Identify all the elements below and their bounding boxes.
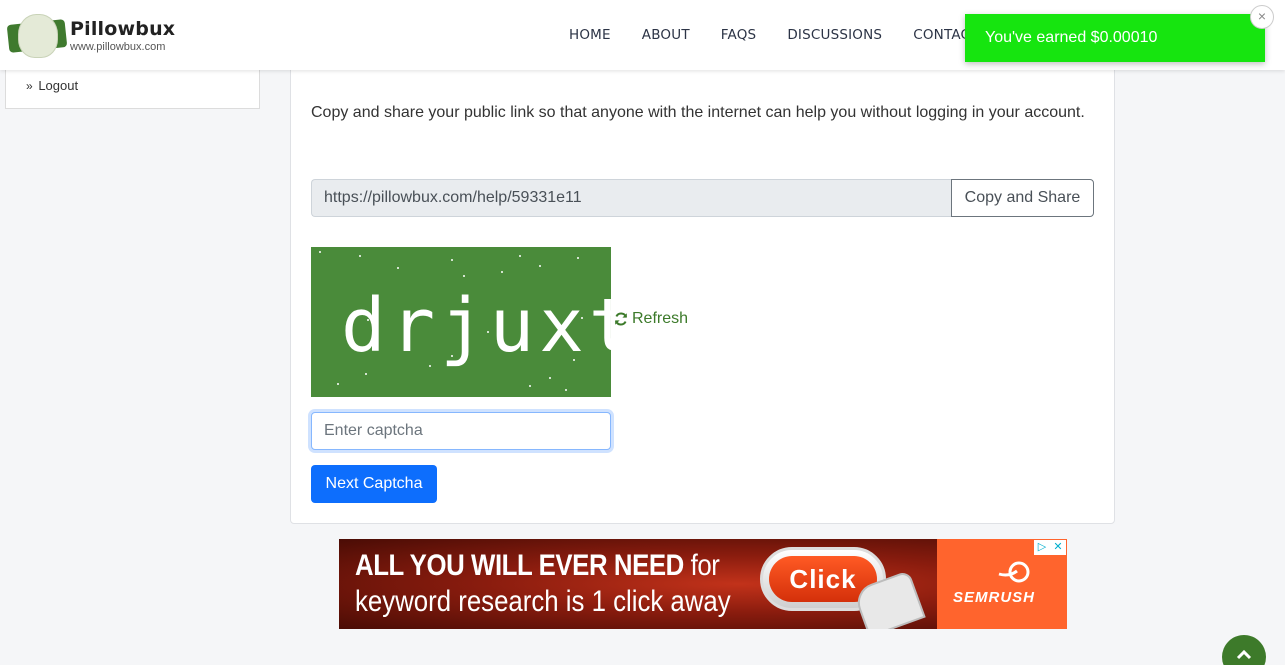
earned-toast: You've earned $0.00010 <box>965 14 1265 62</box>
site-logo[interactable]: Pillowbux www.pillowbux.com <box>6 12 175 60</box>
semrush-logo-icon <box>998 561 1030 583</box>
sidebar-item-logout[interactable]: » Logout <box>26 78 78 93</box>
ad-brand-name: SEMRUSH <box>953 589 1036 606</box>
copy-and-share-button[interactable]: Copy and Share <box>951 179 1094 217</box>
ad-subline: keyword research is 1 click away <box>355 585 731 618</box>
public-link-field[interactable]: https://pillowbux.com/help/59331e11 <box>311 179 951 217</box>
refresh-label: Refresh <box>632 310 689 327</box>
sidebar-item-label: Logout <box>38 78 79 93</box>
scroll-to-top-button[interactable] <box>1222 635 1266 665</box>
ad-headline-bold: ALL YOU WILL EVER NEED <box>355 549 684 582</box>
nav-home[interactable]: HOME <box>569 27 611 43</box>
share-description: Copy and share your public link so that … <box>311 104 1085 121</box>
double-chevron-right-icon: » <box>26 79 33 93</box>
brand-url: www.pillowbux.com <box>70 40 166 53</box>
main-nav: HOME ABOUT FAQS DISCUSSIONS CONTACT <box>569 27 1010 43</box>
captcha-image: drjuxt <box>311 247 611 397</box>
brand-name: Pillowbux <box>70 17 176 40</box>
public-link-group: https://pillowbux.com/help/59331e11 Copy… <box>311 179 1094 217</box>
next-captcha-button[interactable]: Next Captcha <box>311 465 437 503</box>
toast-close-button[interactable]: × <box>1250 5 1274 29</box>
ad-banner[interactable]: ALL YOU WILL EVER NEED for keyword resea… <box>339 539 1067 629</box>
nav-about[interactable]: ABOUT <box>642 27 690 43</box>
nav-discussions[interactable]: DISCUSSIONS <box>787 27 882 43</box>
refresh-icon <box>615 312 627 326</box>
chevron-up-icon <box>1236 649 1252 660</box>
pillow-logo-icon <box>6 12 68 60</box>
sidebar: » Logout <box>5 70 260 109</box>
ad-choices-icon[interactable]: ▷ ✕ <box>1034 540 1066 555</box>
captcha-refresh-link[interactable]: Refresh <box>614 310 688 328</box>
page-gutter <box>1270 70 1285 665</box>
captcha-text: drjuxt <box>341 283 611 369</box>
ad-headline-rest: for <box>683 549 720 582</box>
nav-faqs[interactable]: FAQS <box>721 27 757 43</box>
captcha-input[interactable] <box>311 412 611 450</box>
